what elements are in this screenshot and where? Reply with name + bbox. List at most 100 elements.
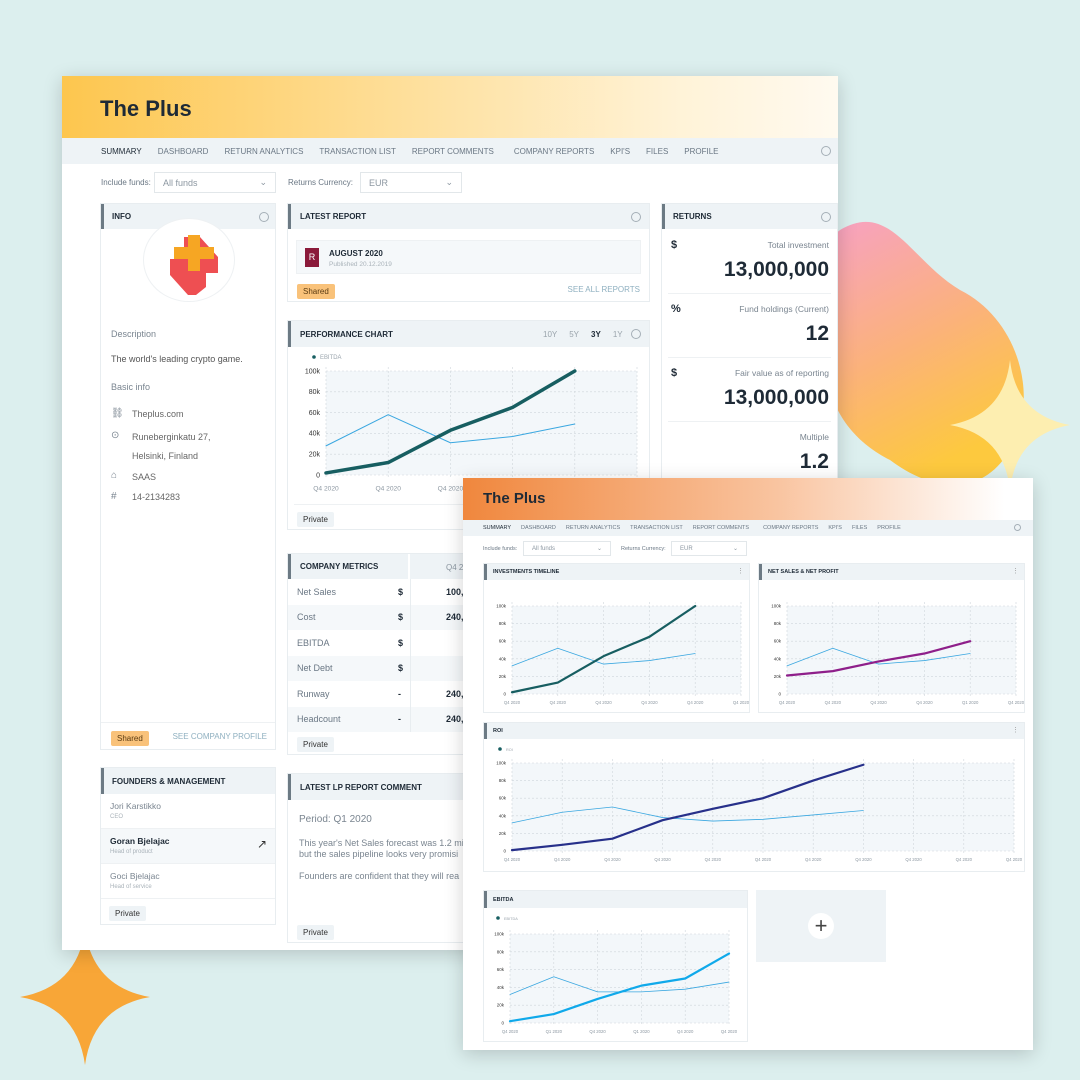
x-tick-label: Q4 2020 <box>870 700 887 705</box>
y-tick-label: 40k <box>499 656 507 661</box>
more-menu-icon[interactable]: ⋮ <box>737 567 744 575</box>
tab-return-analytics[interactable]: RETURN ANALYTICS <box>224 147 303 156</box>
metric-unit: $ <box>398 612 404 623</box>
range-5y[interactable]: 5Y <box>569 330 579 339</box>
range-10y[interactable]: 10Y <box>543 330 557 339</box>
return-item: % Fund holdings (Current) 12 <box>668 296 831 358</box>
tab-profile[interactable]: PROFILE <box>877 525 901 531</box>
person-row[interactable]: Goran Bjelajac Head of product ↗ <box>101 829 275 864</box>
y-tick-label: 20k <box>499 674 507 679</box>
add-widget-button[interactable]: + <box>756 890 886 962</box>
y-tick-label: 0 <box>778 692 781 697</box>
currency-select[interactable]: EUR ⌄ <box>360 172 462 193</box>
metric-unit: $ <box>398 586 404 597</box>
return-value: 12 <box>805 322 829 345</box>
hash-icon: # <box>111 491 117 502</box>
tab-company-reports[interactable]: COMPANY REPORTS <box>763 525 818 531</box>
tab-return-analytics[interactable]: RETURN ANALYTICS <box>566 525 620 531</box>
legend-marker <box>498 747 502 751</box>
return-item: $ Total investment 13,000,000 <box>668 232 831 294</box>
tab-files[interactable]: FILES <box>852 525 867 531</box>
tab-kpi-s[interactable]: KPI'S <box>610 147 630 156</box>
header: The Plus <box>463 478 1033 520</box>
company-logo <box>143 218 235 302</box>
y-tick-label: 40k <box>309 431 321 438</box>
tab-summary[interactable]: SUMMARY <box>101 147 142 156</box>
y-tick-label: 80k <box>499 621 507 626</box>
x-tick-label: Q4 2020 <box>502 1029 519 1034</box>
y-tick-label: 100k <box>496 604 507 609</box>
x-tick-label: Q4 2020 <box>916 700 933 705</box>
tab-transaction-list[interactable]: TRANSACTION LIST <box>630 525 683 531</box>
return-value: 13,000,000 <box>723 386 829 409</box>
see-all-reports-link[interactable]: SEE ALL REPORTS <box>568 285 640 294</box>
tab-dashboard[interactable]: DASHBOARD <box>158 147 209 156</box>
tab-company-reports[interactable]: COMPANY REPORTS <box>514 147 594 156</box>
address-line: Runeberginkatu 27, <box>132 432 211 442</box>
y-tick-label: 20k <box>774 674 782 679</box>
card-title: RETURNS <box>662 204 837 229</box>
more-menu-icon[interactable]: ⋮ <box>1012 726 1019 734</box>
x-tick-label: Q1 2020 <box>546 1029 563 1034</box>
person-row[interactable]: Jori Karstikko CEO <box>101 794 275 829</box>
see-company-profile-link[interactable]: SEE COMPANY PROFILE <box>173 732 267 741</box>
tab-report-comments[interactable]: REPORT COMMENTS <box>693 525 749 531</box>
return-value: 13,000,000 <box>723 258 829 281</box>
x-tick-label: Q4 2020 <box>779 700 796 705</box>
y-tick-label: 100k <box>494 932 505 937</box>
y-tick-label: 0 <box>316 472 320 479</box>
x-tick-label: Q4 2020 <box>438 485 464 492</box>
currency-select[interactable]: EUR ⌄ <box>671 541 747 556</box>
legend-label: EBITDA <box>504 917 518 921</box>
metric-unit: - <box>398 688 401 699</box>
founders-card: FOUNDERS & MANAGEMENT Jori Karstikko CEO G… <box>100 767 276 925</box>
person-row[interactable]: Goci Bjelajac Head of service <box>101 864 275 899</box>
settings-gear-icon[interactable] <box>1014 524 1021 531</box>
funds-select[interactable]: All funds ⌄ <box>523 541 611 556</box>
tab-dashboard[interactable]: DASHBOARD <box>521 525 556 531</box>
more-menu-icon[interactable]: ⋮ <box>1012 567 1019 575</box>
return-label: Fair value as of reporting <box>734 368 829 378</box>
returns-card: RETURNS $ Total investment 13,000,000% Fund… <box>661 203 838 493</box>
tab-files[interactable]: FILES <box>646 147 668 156</box>
settings-gear-icon[interactable] <box>631 212 641 222</box>
tab-report-comments[interactable]: REPORT COMMENTS <box>412 147 494 156</box>
settings-gear-icon[interactable] <box>259 212 269 222</box>
x-tick-label: Q4 2020 <box>733 700 750 705</box>
chevron-down-icon: ⌄ <box>596 546 602 552</box>
website-link[interactable]: Theplus.com <box>132 409 184 419</box>
investments-timeline-card: INVESTMENTS TIMELINE ⋮ 0 20k 40k 60k 80k 100k… <box>483 563 750 713</box>
external-link-icon[interactable]: ↗ <box>257 837 267 851</box>
card-title: FOUNDERS & MANAGEMENT <box>101 768 275 794</box>
x-tick-label: Q4 2020 <box>1008 700 1025 705</box>
funds-select[interactable]: All funds ⌄ <box>154 172 276 193</box>
tab-kpi-s[interactable]: KPI'S <box>828 525 842 531</box>
report-item[interactable]: R AUGUST 2020 Published 20.12.2019 <box>296 240 641 274</box>
currency-value: EUR <box>680 545 693 552</box>
y-tick-label: 100k <box>496 761 507 766</box>
x-tick-label: Q4 2020 <box>677 1029 694 1034</box>
metric-name: Net Sales <box>297 586 337 597</box>
settings-gear-icon[interactable] <box>821 212 831 222</box>
tab-transaction-list[interactable]: TRANSACTION LIST <box>319 147 395 156</box>
settings-gear-icon[interactable] <box>821 146 831 156</box>
tab-summary[interactable]: SUMMARY <box>483 525 511 531</box>
ebitda-card: EBITDA EBITDA 0 20k 40k 60k 80k 100k Q4 2020 Q1 … <box>483 890 748 1042</box>
x-tick-label: Q1 2020 <box>633 1029 650 1034</box>
location-pin-icon: ⊙ <box>111 430 120 441</box>
y-tick-label: 80k <box>497 949 505 954</box>
comment-text: Founders are confident that they will re… <box>299 871 460 881</box>
return-label: Total investment <box>767 240 829 250</box>
range-1y[interactable]: 1Y <box>613 330 623 339</box>
x-tick-label: Q4 2020 <box>687 700 704 705</box>
settings-gear-icon[interactable] <box>631 329 641 339</box>
y-tick-label: 60k <box>309 410 321 417</box>
y-tick-label: 60k <box>774 639 782 644</box>
y-tick-label: 80k <box>774 621 782 626</box>
x-tick-label: Q4 2020 <box>504 700 521 705</box>
report-date: Published 20.12.2019 <box>329 261 392 268</box>
tab-profile[interactable]: PROFILE <box>684 147 718 156</box>
plot-area <box>787 606 1016 694</box>
range-3y[interactable]: 3Y <box>591 330 601 339</box>
report-icon: R <box>305 248 319 267</box>
